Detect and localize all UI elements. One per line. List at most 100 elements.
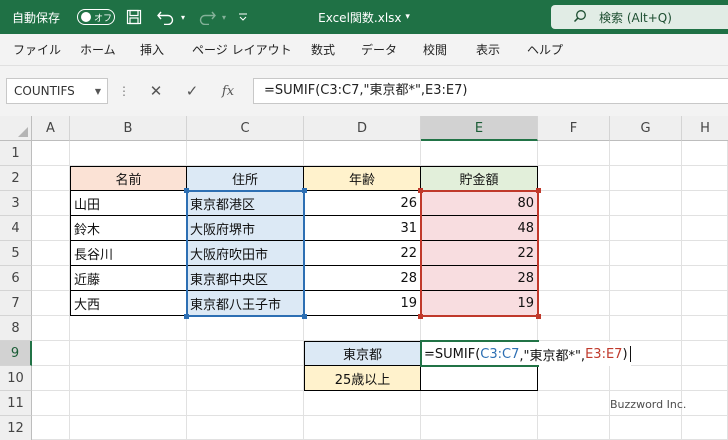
grid-cell[interactable] bbox=[610, 216, 682, 241]
header-cell-savings[interactable]: 貯金額 bbox=[421, 166, 538, 191]
grid-cell[interactable] bbox=[70, 141, 187, 166]
insert-function-button[interactable]: fx bbox=[214, 78, 242, 104]
grid-cell[interactable] bbox=[304, 416, 421, 440]
range-handle[interactable] bbox=[302, 314, 307, 319]
row-header-8[interactable]: 8 bbox=[0, 316, 32, 341]
grid-cell[interactable] bbox=[682, 216, 728, 241]
grid-cell[interactable] bbox=[610, 291, 682, 316]
grid-cell[interactable] bbox=[538, 291, 610, 316]
header-cell-name[interactable]: 名前 bbox=[70, 166, 187, 191]
grid-cell[interactable] bbox=[538, 241, 610, 266]
grid-cell[interactable] bbox=[187, 391, 304, 416]
cell-name[interactable]: 山田 bbox=[70, 191, 187, 216]
row-header-11[interactable]: 11 bbox=[0, 391, 32, 416]
grid-cell[interactable] bbox=[538, 216, 610, 241]
row-header-7[interactable]: 7 bbox=[0, 291, 32, 316]
grid-cell[interactable] bbox=[32, 141, 70, 166]
range-handle[interactable] bbox=[302, 188, 307, 193]
grid-cell[interactable] bbox=[32, 291, 70, 316]
cell-address[interactable]: 大阪府堺市 bbox=[187, 216, 304, 241]
grid-cell[interactable] bbox=[421, 141, 538, 166]
grid-cell[interactable] bbox=[610, 266, 682, 291]
range-handle[interactable] bbox=[418, 314, 423, 319]
formula-bar-resize-handle[interactable]: ⋮ bbox=[118, 84, 130, 98]
range-handle[interactable] bbox=[418, 188, 423, 193]
grid-cell[interactable] bbox=[187, 141, 304, 166]
cell-address[interactable]: 東京都港区 bbox=[187, 191, 304, 216]
row-header-9[interactable]: 9 bbox=[0, 341, 32, 366]
undo-icon[interactable] bbox=[156, 0, 176, 34]
cell-savings[interactable]: 80 bbox=[421, 191, 538, 216]
grid-cell[interactable] bbox=[610, 316, 682, 341]
grid-cell[interactable] bbox=[538, 266, 610, 291]
grid-cell[interactable] bbox=[32, 341, 70, 366]
grid-cell[interactable] bbox=[187, 316, 304, 341]
cell-name[interactable]: 近藤 bbox=[70, 266, 187, 291]
row-header-10[interactable]: 10 bbox=[0, 366, 32, 391]
cell-age[interactable]: 19 bbox=[304, 291, 421, 316]
formula-input[interactable]: =SUMIF(C3:C7,"東京都*",E3:E7) bbox=[253, 78, 728, 104]
grid-cell[interactable] bbox=[32, 191, 70, 216]
row-header-1[interactable]: 1 bbox=[0, 141, 32, 166]
column-header-h[interactable]: H bbox=[682, 116, 728, 141]
grid-cell[interactable] bbox=[538, 191, 610, 216]
cell-name[interactable]: 大西 bbox=[70, 291, 187, 316]
criteria-label-tokyo[interactable]: 東京都 bbox=[304, 341, 421, 366]
redo-dropdown-icon[interactable]: ▾ bbox=[222, 0, 226, 34]
tab-insert[interactable]: 挿入 bbox=[140, 34, 164, 66]
name-box[interactable]: COUNTIFS ▼ bbox=[6, 78, 108, 104]
cell-address[interactable]: 大阪府吹田市 bbox=[187, 241, 304, 266]
cell-age[interactable]: 26 bbox=[304, 191, 421, 216]
grid-cell[interactable] bbox=[610, 241, 682, 266]
grid-cell[interactable] bbox=[304, 316, 421, 341]
file-name-text[interactable]: Excel関数.xlsx bbox=[318, 9, 401, 26]
grid-cell[interactable] bbox=[610, 141, 682, 166]
range-handle[interactable] bbox=[536, 188, 541, 193]
tab-file[interactable]: ファイル bbox=[13, 34, 61, 66]
grid-cell[interactable] bbox=[421, 316, 538, 341]
grid-cell[interactable] bbox=[70, 416, 187, 440]
grid-cell[interactable] bbox=[682, 291, 728, 316]
row-header-12[interactable]: 12 bbox=[0, 416, 32, 440]
name-box-chevron-down-icon[interactable]: ▼ bbox=[95, 87, 101, 96]
grid-cell[interactable] bbox=[682, 366, 728, 391]
redo-icon[interactable] bbox=[197, 0, 217, 34]
grid-cell[interactable] bbox=[682, 166, 728, 191]
grid-cell[interactable] bbox=[32, 166, 70, 191]
tab-formulas[interactable]: 数式 bbox=[311, 34, 335, 66]
grid-cell[interactable] bbox=[682, 141, 728, 166]
cell-savings[interactable]: 48 bbox=[421, 216, 538, 241]
header-cell-address[interactable]: 住所 bbox=[187, 166, 304, 191]
column-header-c[interactable]: C bbox=[187, 116, 304, 141]
header-cell-age[interactable]: 年齢 bbox=[304, 166, 421, 191]
grid-cell[interactable] bbox=[682, 341, 728, 366]
quick-access-more-icon[interactable] bbox=[238, 0, 248, 34]
select-all-button[interactable] bbox=[0, 116, 32, 141]
active-cell-editor[interactable]: =SUMIF(C3:C7 ,"東京都*", E3:E7) bbox=[421, 342, 631, 366]
cancel-button[interactable]: ✕ bbox=[142, 78, 170, 104]
grid-cell[interactable] bbox=[32, 241, 70, 266]
grid-cell[interactable] bbox=[538, 316, 610, 341]
tab-help[interactable]: ヘルプ bbox=[527, 34, 563, 66]
cell-address[interactable]: 東京都八王子市 bbox=[187, 291, 304, 316]
save-icon[interactable] bbox=[126, 0, 142, 34]
grid-cell[interactable] bbox=[32, 216, 70, 241]
filename-chevron-down-icon[interactable]: ▾ bbox=[405, 12, 410, 22]
grid-cell[interactable] bbox=[682, 391, 728, 416]
column-header-a[interactable]: A bbox=[32, 116, 70, 141]
grid-cell[interactable] bbox=[610, 166, 682, 191]
enter-button[interactable]: ✓ bbox=[178, 78, 206, 104]
cell-savings[interactable]: 22 bbox=[421, 241, 538, 266]
cell-age[interactable]: 22 bbox=[304, 241, 421, 266]
tab-view[interactable]: 表示 bbox=[476, 34, 500, 66]
column-header-d[interactable]: D bbox=[304, 116, 421, 141]
grid-cell[interactable] bbox=[610, 416, 682, 440]
column-header-e[interactable]: E bbox=[421, 116, 538, 141]
grid-cell[interactable] bbox=[304, 141, 421, 166]
search-input[interactable]: 検索 (Alt+Q) bbox=[551, 5, 728, 29]
grid-cell[interactable] bbox=[187, 341, 304, 366]
criteria-label-age[interactable]: 25歳以上 bbox=[304, 366, 421, 391]
cell-age[interactable]: 31 bbox=[304, 216, 421, 241]
grid-cell[interactable] bbox=[70, 316, 187, 341]
cell-savings[interactable]: 19 bbox=[421, 291, 538, 316]
